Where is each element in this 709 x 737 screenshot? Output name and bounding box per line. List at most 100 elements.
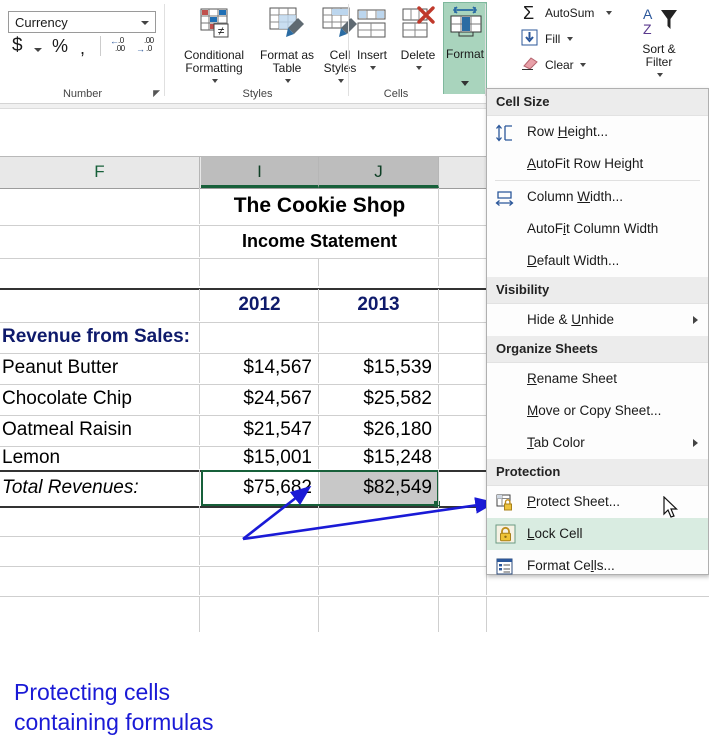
cell-total-label[interactable]: Total Revenues: bbox=[0, 470, 200, 505]
menu-item-column-width[interactable]: Column Width... bbox=[487, 181, 708, 213]
cell-empty[interactable] bbox=[0, 289, 200, 321]
cell-empty[interactable] bbox=[319, 566, 439, 595]
cell-empty[interactable] bbox=[201, 596, 319, 632]
cell-empty[interactable] bbox=[439, 384, 487, 414]
cell-value-2013[interactable]: $15,539 bbox=[319, 353, 439, 383]
format-as-table-button[interactable]: Format as Table bbox=[259, 4, 315, 88]
menu-item-hide-unhide[interactable]: Hide & Unhide bbox=[487, 304, 708, 336]
column-header-f[interactable]: F bbox=[0, 157, 200, 188]
cell-empty[interactable] bbox=[439, 566, 487, 595]
cell-item-label[interactable]: Oatmeal Raisin bbox=[0, 415, 200, 445]
cell-empty[interactable] bbox=[319, 596, 439, 632]
svg-text:Z: Z bbox=[643, 21, 652, 37]
chevron-down-icon[interactable] bbox=[212, 79, 218, 83]
cell-year-2013[interactable]: 2013 bbox=[319, 289, 439, 321]
cell-empty[interactable] bbox=[319, 536, 439, 565]
cell-empty[interactable] bbox=[0, 536, 200, 565]
cell-value-2013[interactable]: $26,180 bbox=[319, 415, 439, 445]
chevron-down-icon[interactable] bbox=[461, 81, 469, 86]
cell-empty[interactable] bbox=[439, 322, 487, 352]
cell-empty[interactable] bbox=[439, 446, 487, 469]
chevron-down-icon[interactable] bbox=[338, 79, 344, 83]
cell-empty[interactable] bbox=[319, 322, 439, 352]
chevron-down-icon[interactable] bbox=[580, 63, 587, 67]
menu-item-autofit-row-height[interactable]: AutoFit Row Height bbox=[487, 148, 708, 180]
cell-subtitle[interactable]: Income Statement bbox=[201, 225, 439, 257]
cell-empty[interactable] bbox=[439, 415, 487, 445]
cell-empty[interactable] bbox=[439, 353, 487, 383]
clear-label: Clear bbox=[545, 58, 574, 72]
cell-empty[interactable] bbox=[439, 596, 487, 632]
cell-total-2013[interactable]: $82,549 bbox=[319, 470, 439, 505]
menu-item-lock-cell[interactable]: Lock Cell bbox=[487, 518, 708, 550]
cell-value-2013[interactable]: $25,582 bbox=[319, 384, 439, 414]
chevron-down-icon[interactable] bbox=[566, 37, 573, 41]
cell-section-label[interactable]: Revenue from Sales: bbox=[0, 322, 200, 352]
menu-item-default-width[interactable]: Default Width... bbox=[487, 245, 708, 277]
column-header-i[interactable]: I bbox=[201, 157, 319, 188]
cell-empty[interactable] bbox=[201, 506, 319, 535]
cell-empty[interactable] bbox=[201, 566, 319, 595]
conditional-formatting-button[interactable]: ≠ Conditional Formatting bbox=[170, 4, 258, 88]
currency-dropdown-icon[interactable] bbox=[34, 48, 42, 52]
format-button[interactable]: Format bbox=[443, 2, 487, 94]
cell-empty[interactable] bbox=[0, 258, 200, 286]
cell-empty[interactable] bbox=[201, 322, 319, 352]
cell-total-2012[interactable]: $75,682 bbox=[201, 470, 319, 505]
cell-item-label[interactable]: Lemon bbox=[0, 446, 200, 469]
cell-year-2012[interactable]: 2012 bbox=[201, 289, 319, 321]
cell-empty[interactable] bbox=[201, 536, 319, 565]
sort-filter-icon: A Z bbox=[625, 4, 693, 40]
clear-button[interactable]: Clear bbox=[522, 57, 587, 72]
divider bbox=[485, 4, 486, 96]
cell-empty[interactable] bbox=[439, 506, 487, 535]
cell-empty[interactable] bbox=[439, 536, 487, 565]
chevron-down-icon[interactable] bbox=[370, 66, 376, 70]
cell-value-2012[interactable]: $24,567 bbox=[201, 384, 319, 414]
chevron-down-icon[interactable] bbox=[416, 66, 422, 70]
cell-value-2012[interactable]: $15,001 bbox=[201, 446, 319, 469]
cell-value-2013[interactable]: $15,248 bbox=[319, 446, 439, 469]
comma-format-button[interactable]: , bbox=[80, 38, 85, 59]
cell-item-label[interactable]: Peanut Butter bbox=[0, 353, 200, 383]
cell-empty[interactable] bbox=[0, 596, 200, 632]
menu-item-rename-sheet[interactable]: Rename Sheet bbox=[487, 363, 708, 395]
fill-button[interactable]: Fill bbox=[521, 29, 573, 46]
cell-title[interactable]: The Cookie Shop bbox=[201, 188, 439, 224]
cell-empty[interactable] bbox=[0, 188, 200, 224]
chevron-down-icon[interactable] bbox=[605, 11, 612, 15]
cell-empty[interactable] bbox=[319, 258, 439, 286]
cell-empty[interactable] bbox=[0, 506, 200, 535]
cell-empty[interactable] bbox=[0, 566, 200, 595]
cell-empty[interactable] bbox=[319, 506, 439, 535]
cell-value-2012[interactable]: $21,547 bbox=[201, 415, 319, 445]
chevron-down-icon[interactable] bbox=[657, 73, 663, 77]
cell-empty[interactable] bbox=[439, 258, 487, 286]
menu-item-format-cells[interactable]: Format Cells... bbox=[487, 550, 708, 582]
currency-format-button[interactable]: $ bbox=[12, 35, 23, 57]
cell-empty[interactable] bbox=[439, 188, 487, 224]
sort-and-filter-button[interactable]: A Z Sort & Filter bbox=[625, 4, 693, 82]
cell-empty[interactable] bbox=[0, 225, 200, 257]
cell-value-2012[interactable]: $14,567 bbox=[201, 353, 319, 383]
number-format-select[interactable]: Currency bbox=[8, 11, 156, 33]
menu-item-row-height[interactable]: Row Height... bbox=[487, 116, 708, 148]
cell-empty[interactable] bbox=[201, 258, 319, 286]
cell-empty[interactable] bbox=[439, 225, 487, 257]
chevron-down-icon[interactable] bbox=[285, 79, 291, 83]
menu-item-tab-color[interactable]: Tab Color bbox=[487, 427, 708, 459]
menu-item-move-or-copy-sheet[interactable]: Move or Copy Sheet... bbox=[487, 395, 708, 427]
button-label-line2: Filter bbox=[645, 55, 673, 69]
insert-cells-button[interactable]: Insert bbox=[350, 4, 394, 75]
delete-cells-button[interactable]: Delete bbox=[394, 4, 442, 75]
annotation-line-2: containing formulas bbox=[14, 709, 214, 735]
mouse-cursor bbox=[663, 496, 678, 518]
autosum-button[interactable]: Σ AutoSum bbox=[523, 3, 612, 23]
cell-empty[interactable] bbox=[439, 289, 487, 321]
cell-item-label[interactable]: Chocolate Chip bbox=[0, 384, 200, 414]
menu-item-autofit-column-width[interactable]: AutoFit Column Width bbox=[487, 213, 708, 245]
column-header-j[interactable]: J bbox=[319, 157, 439, 188]
percent-format-button[interactable]: % bbox=[52, 36, 68, 57]
decrease-decimal-button[interactable]: .00 → .0 bbox=[136, 36, 160, 58]
increase-decimal-button[interactable]: ← .0 .00 bbox=[110, 36, 134, 58]
